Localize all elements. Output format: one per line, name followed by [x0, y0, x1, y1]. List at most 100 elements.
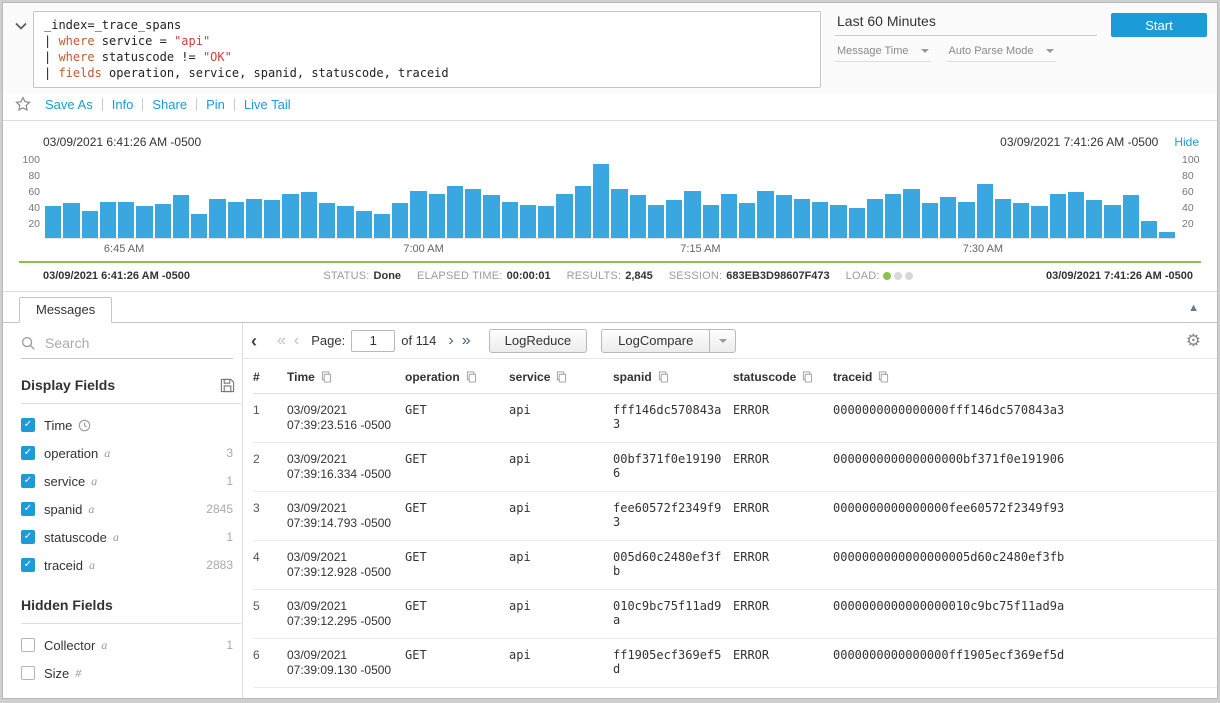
copy-icon[interactable] [466, 371, 477, 383]
histogram-bar[interactable] [721, 194, 737, 238]
histogram-bar[interactable] [903, 189, 919, 238]
table-row[interactable]: 403/09/202107:39:12.928 -0500GETapi005d6… [253, 541, 1217, 590]
histogram-bar[interactable] [410, 191, 426, 238]
histogram-bar[interactable] [1104, 205, 1120, 238]
histogram-bar[interactable] [282, 194, 298, 238]
histogram-bar[interactable] [100, 202, 116, 238]
histogram-bar[interactable] [977, 184, 993, 238]
histogram-bar[interactable] [703, 205, 719, 238]
histogram-bar[interactable] [812, 202, 828, 238]
info-link[interactable]: Info [112, 97, 134, 112]
field-row-service[interactable]: ✓servicea1 [21, 467, 241, 495]
histogram-bar[interactable] [849, 208, 865, 238]
field-checkbox[interactable]: ✓ [21, 558, 35, 572]
histogram-bar[interactable] [757, 191, 773, 238]
field-search-box[interactable] [21, 335, 233, 359]
first-page-button[interactable]: « [273, 333, 290, 349]
field-row-traceid[interactable]: ✓traceida2883 [21, 551, 241, 579]
histogram-bar[interactable] [593, 164, 609, 238]
histogram-bar[interactable] [885, 194, 901, 238]
field-checkbox[interactable]: ✓ [21, 530, 35, 544]
field-row-collector[interactable]: Collectora1 [21, 631, 241, 659]
histogram-bar[interactable] [264, 200, 280, 238]
histogram-bar[interactable] [666, 200, 682, 238]
histogram-bar[interactable] [648, 205, 664, 238]
share-link[interactable]: Share [152, 97, 187, 112]
favorite-star-icon[interactable] [15, 96, 31, 112]
histogram-bar[interactable] [1123, 195, 1139, 238]
copy-icon[interactable] [321, 371, 332, 383]
histogram-bar[interactable] [794, 199, 810, 239]
field-search-input[interactable] [45, 335, 215, 351]
logreduce-button[interactable]: LogReduce [489, 329, 588, 353]
field-checkbox[interactable]: ✓ [21, 502, 35, 516]
table-row[interactable]: 203/09/202107:39:16.334 -0500GETapi00bf3… [253, 443, 1217, 492]
save-as-link[interactable]: Save As [45, 97, 93, 112]
histogram-bar[interactable] [246, 199, 262, 239]
histogram-bar[interactable] [776, 195, 792, 238]
field-row-statuscode[interactable]: ✓statuscodea1 [21, 523, 241, 551]
field-row-operation[interactable]: ✓operationa3 [21, 439, 241, 467]
histogram-bar[interactable] [922, 203, 938, 238]
copy-icon[interactable] [658, 371, 669, 383]
histogram-bar[interactable] [82, 211, 98, 238]
previous-page-button[interactable]: ‹ [290, 333, 303, 349]
histogram-bar[interactable] [447, 186, 463, 238]
histogram-bar[interactable] [228, 202, 244, 238]
histogram-bar[interactable] [958, 202, 974, 238]
histogram-bar[interactable] [337, 206, 353, 238]
histogram-bar[interactable] [356, 211, 372, 238]
table-row[interactable]: 503/09/202107:39:12.295 -0500GETapi010c9… [253, 590, 1217, 639]
histogram-bar[interactable] [429, 194, 445, 238]
histogram-bar[interactable] [45, 206, 61, 238]
page-number-input[interactable] [351, 330, 395, 352]
field-checkbox[interactable] [21, 638, 35, 652]
histogram-bar[interactable] [940, 197, 956, 238]
field-row-size[interactable]: Size# [21, 659, 241, 687]
histogram-bar[interactable] [173, 195, 189, 238]
field-checkbox[interactable]: ✓ [21, 418, 35, 432]
save-fields-icon[interactable] [220, 378, 235, 393]
field-row-time[interactable]: ✓Time [21, 411, 241, 439]
tab-messages[interactable]: Messages [19, 297, 112, 323]
histogram-bar[interactable] [1013, 203, 1029, 238]
last-page-button[interactable]: » [458, 333, 475, 349]
collapse-query-chevron-icon[interactable] [9, 11, 33, 35]
field-row-spanid[interactable]: ✓spanida2845 [21, 495, 241, 523]
histogram-bar[interactable] [465, 189, 481, 238]
histogram-bar[interactable] [502, 202, 518, 238]
copy-icon[interactable] [802, 371, 813, 383]
histogram-bar[interactable] [538, 206, 554, 238]
histogram-bar[interactable] [995, 199, 1011, 239]
field-checkbox[interactable] [21, 666, 35, 680]
histogram-bar[interactable] [830, 205, 846, 238]
histogram-bar[interactable] [136, 206, 152, 238]
histogram-bar[interactable] [392, 203, 408, 238]
field-checkbox[interactable]: ✓ [21, 446, 35, 460]
pin-link[interactable]: Pin [206, 97, 225, 112]
settings-gear-icon[interactable]: ⚙ [1186, 332, 1201, 349]
field-checkbox[interactable]: ✓ [21, 474, 35, 488]
histogram-bar[interactable] [319, 203, 335, 238]
histogram-bar[interactable] [630, 195, 646, 238]
histogram-bar[interactable] [483, 195, 499, 238]
copy-icon[interactable] [878, 371, 889, 383]
live-tail-link[interactable]: Live Tail [244, 97, 291, 112]
histogram-bar[interactable] [611, 189, 627, 238]
histogram-bar[interactable] [684, 191, 700, 238]
logcompare-button[interactable]: LogCompare [602, 330, 709, 352]
histogram-bar[interactable] [191, 214, 207, 238]
histogram-bar[interactable] [1068, 192, 1084, 238]
auto-parse-mode-select[interactable]: Auto Parse Mode [947, 45, 1056, 62]
histogram-bar[interactable] [118, 202, 134, 238]
histogram-bar[interactable] [1159, 232, 1175, 238]
histogram-bar[interactable] [575, 186, 591, 238]
table-row[interactable]: 303/09/202107:39:14.793 -0500GETapifee60… [253, 492, 1217, 541]
histogram-bar[interactable] [556, 194, 572, 238]
histogram-bar[interactable] [209, 199, 225, 239]
histogram-bar[interactable] [1031, 206, 1047, 238]
query-editor[interactable]: _index=_trace_spans | where service = "a… [33, 11, 821, 88]
histogram-bar[interactable] [1141, 221, 1157, 238]
histogram-bar[interactable] [1050, 194, 1066, 238]
message-time-select[interactable]: Message Time [835, 45, 931, 62]
